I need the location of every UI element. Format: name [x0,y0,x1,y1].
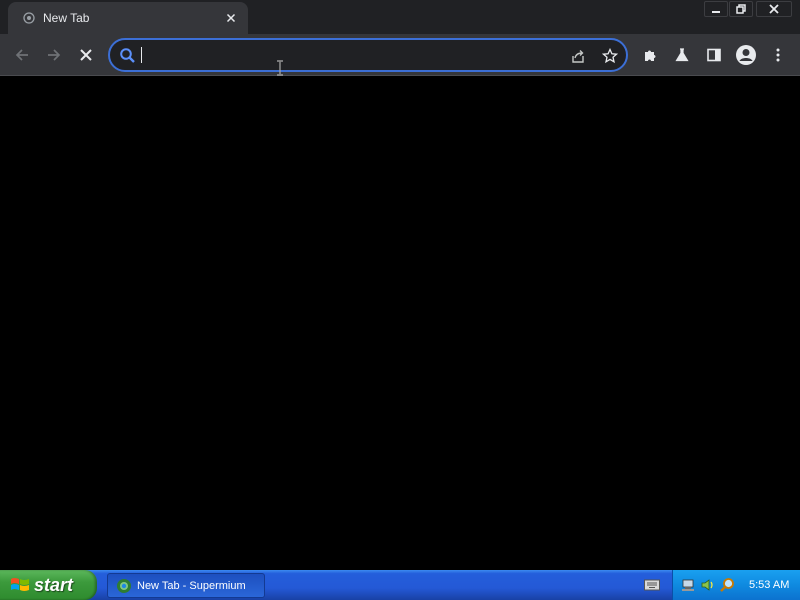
arrow-right-icon[interactable] [41,42,67,68]
puzzle-icon[interactable] [637,42,663,68]
taskbar-item-supermium[interactable]: New Tab - Supermium [107,573,265,598]
tab-title: New Tab [43,11,90,25]
browser-window: New Tab [0,0,800,570]
tab-close-icon[interactable] [222,9,240,27]
text-caret [141,47,142,63]
tab-new-tab[interactable]: New Tab [8,2,248,34]
arrow-left-icon[interactable] [9,42,35,68]
kebab-menu-icon[interactable] [765,42,791,68]
network-icon[interactable] [681,577,697,593]
keyboard-icon[interactable] [644,579,660,591]
restore-button[interactable] [729,1,753,17]
text-cursor-icon [275,60,285,76]
search-icon [119,47,136,64]
title-bar: New Tab [0,0,800,34]
page-content [0,76,800,570]
browser-toolbar [0,34,800,76]
star-icon[interactable] [600,46,620,66]
minimize-button[interactable] [704,1,728,17]
flask-icon[interactable] [669,42,695,68]
start-label: start [34,574,74,595]
avatar-icon[interactable] [733,42,759,68]
speaker-icon[interactable] [700,577,716,593]
side-panel-icon[interactable] [701,42,727,68]
share-icon[interactable] [568,46,588,66]
magnifier-icon[interactable] [719,577,735,593]
new-tab-favicon-icon [23,12,35,24]
stop-x-icon[interactable] [73,42,99,68]
supermium-icon [116,578,132,594]
window-close-button[interactable] [756,1,792,17]
clock: 5:53 AM [749,579,790,591]
system-tray: 5:53 AM [672,570,800,600]
windows-logo-icon [10,576,30,594]
taskbar: start New Tab - Supermium 5:53 AM [0,570,800,600]
taskbar-item-label: New Tab - Supermium [137,579,246,592]
address-input[interactable] [140,45,550,65]
address-bar[interactable] [108,38,628,72]
start-button[interactable]: start [0,570,97,600]
